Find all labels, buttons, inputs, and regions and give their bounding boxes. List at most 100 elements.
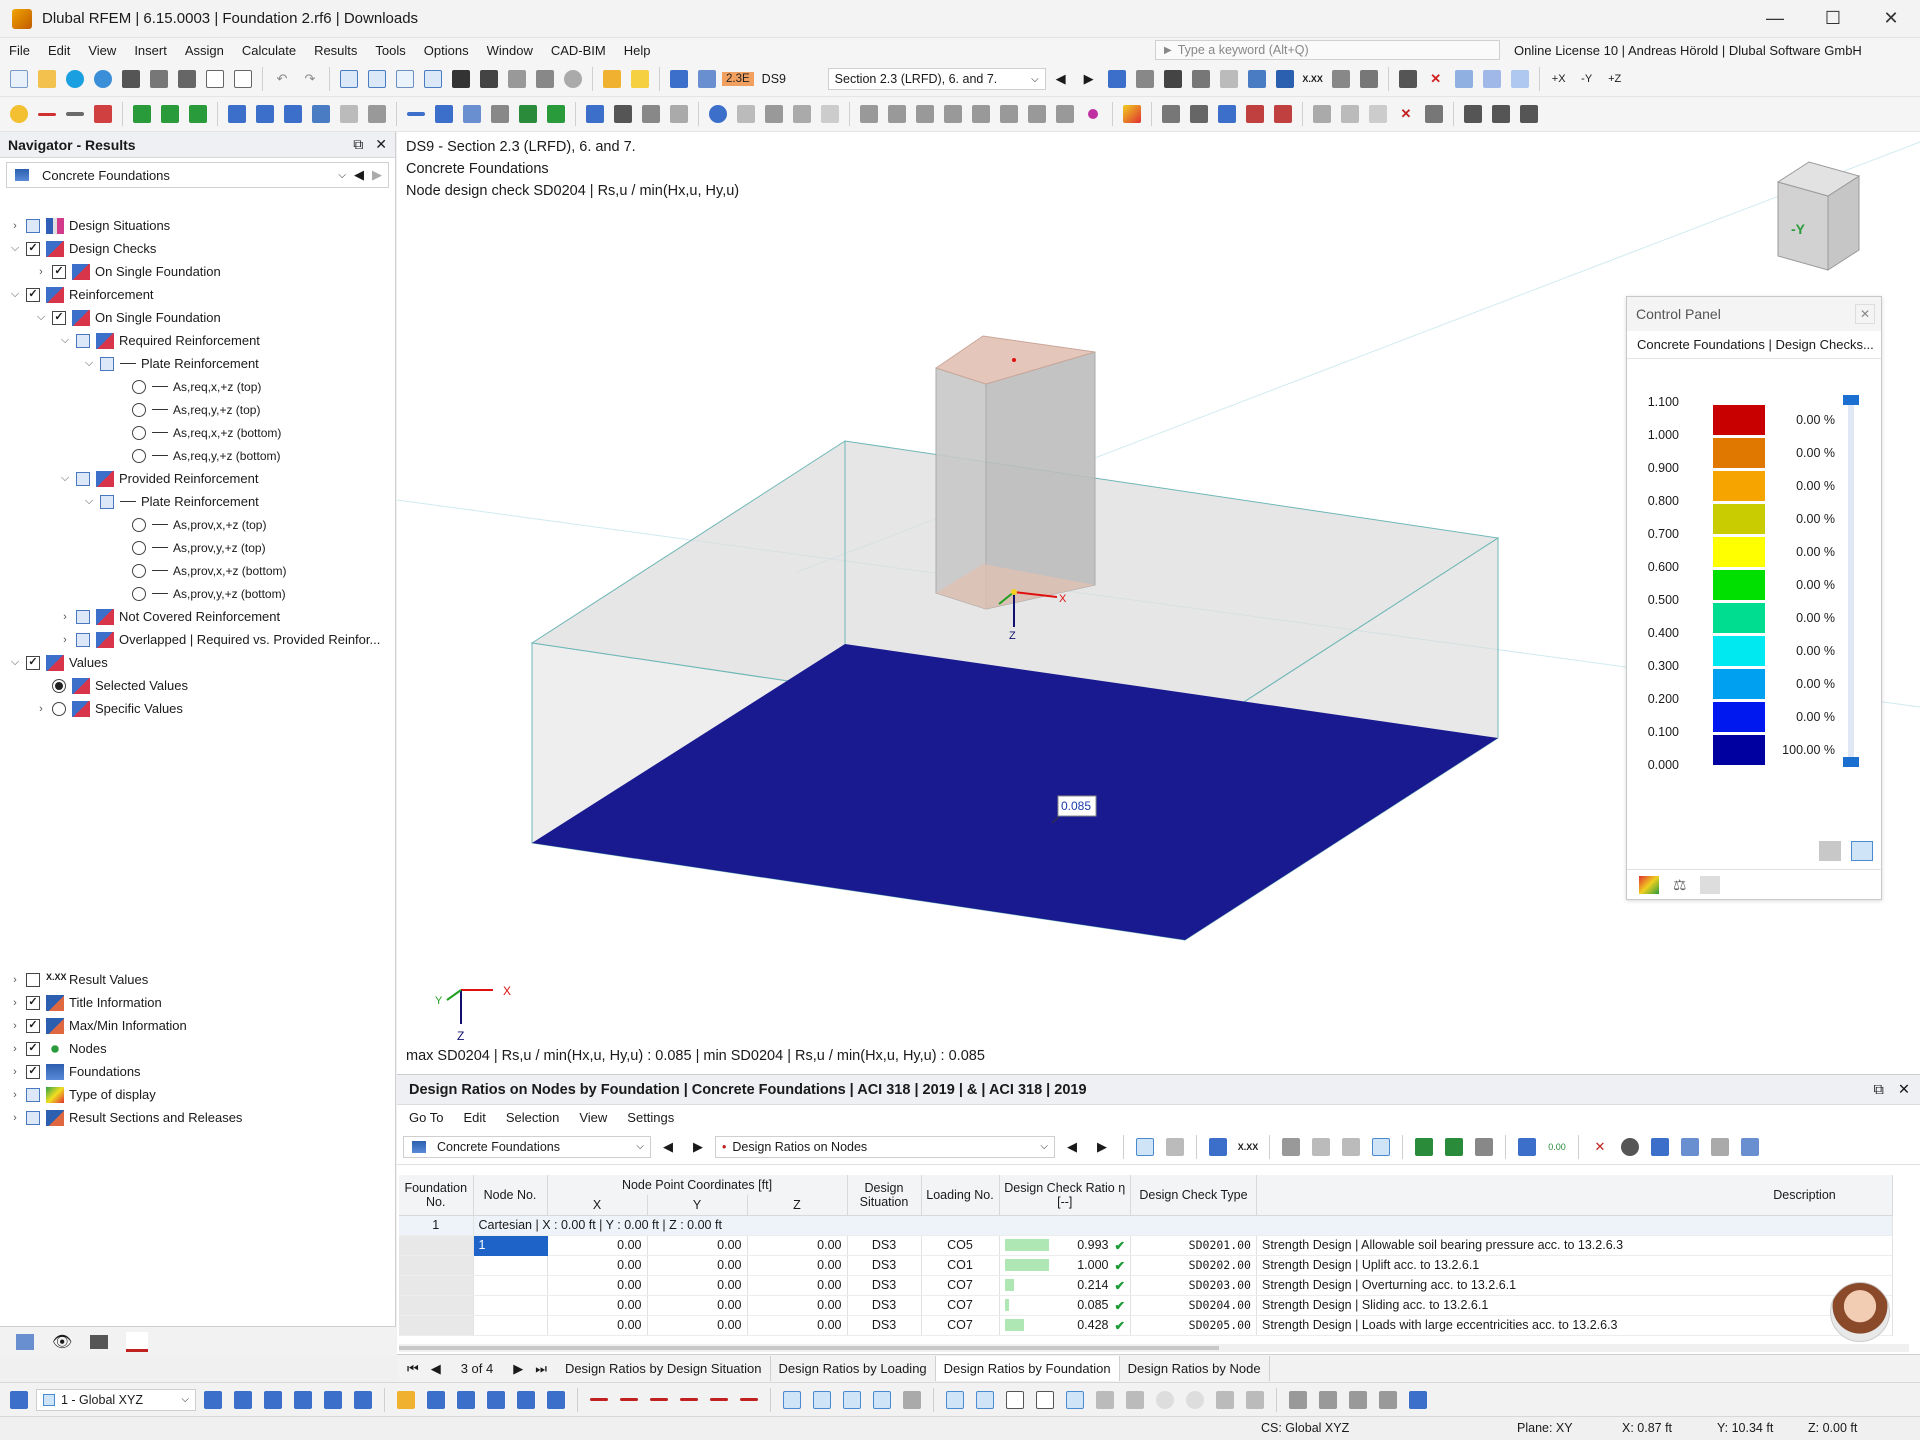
x-cell[interactable]: 0.00 xyxy=(547,1315,648,1336)
tree-item[interactable]: › Overlapped | Required vs. Provided Rein… xyxy=(0,628,396,651)
mirror-icon[interactable] xyxy=(1337,101,1363,127)
first-page-icon[interactable]: ⏮ xyxy=(407,1361,419,1377)
grid7-icon[interactable] xyxy=(1345,1387,1371,1413)
tree-item[interactable]: As,req,x,+z (top) xyxy=(0,375,396,398)
loading-cell[interactable]: CO7 xyxy=(921,1275,1000,1296)
print-table-icon[interactable] xyxy=(1471,1134,1497,1160)
clip-icon[interactable] xyxy=(515,101,541,127)
square-x-icon[interactable] xyxy=(1032,1387,1058,1413)
x-cell[interactable]: 0.00 xyxy=(547,1235,648,1256)
type-cell[interactable]: SD0202.00 xyxy=(1130,1255,1257,1276)
navigator-toggle-icon[interactable] xyxy=(336,66,362,92)
export-icon[interactable] xyxy=(1328,66,1354,92)
export-table-icon[interactable] xyxy=(1441,1134,1467,1160)
ortho-icon[interactable] xyxy=(899,1387,925,1413)
tree-item[interactable]: As,prov,x,+z (top) xyxy=(0,513,396,536)
cube2-icon[interactable] xyxy=(1479,66,1505,92)
cloud-icon[interactable] xyxy=(62,66,88,92)
prev-icon[interactable]: ◀ xyxy=(354,167,364,183)
ratio-cell[interactable]: 0.085 ✔ xyxy=(999,1295,1131,1316)
menu-edit[interactable]: Edit xyxy=(39,43,79,58)
table-scrollbar[interactable] xyxy=(399,1344,1909,1352)
sketch-icon[interactable] xyxy=(599,66,625,92)
design-situation-combo[interactable]: Section 2.3 (LRFD), 6. and 7. ⌵ xyxy=(827,68,1046,90)
snap-point-icon[interactable] xyxy=(423,1387,449,1413)
ratio-cell[interactable]: 0.993 ✔ xyxy=(999,1235,1131,1256)
slider-handle-bottom[interactable] xyxy=(1843,757,1859,767)
table-layout-icon[interactable] xyxy=(1278,1134,1304,1160)
view-y-icon[interactable]: -Y xyxy=(1574,66,1600,92)
tree-item[interactable]: ⌵Values xyxy=(0,651,396,674)
menu-view[interactable]: View xyxy=(79,43,125,58)
draw-arc-icon[interactable] xyxy=(646,1387,672,1413)
tab-by-loading[interactable]: Design Ratios by Loading xyxy=(771,1356,936,1381)
workplane6-icon[interactable] xyxy=(350,1387,376,1413)
edit-scale-icon[interactable] xyxy=(1851,841,1873,861)
node-cell[interactable] xyxy=(473,1295,548,1316)
tree-item[interactable]: ⌵ Provided Reinforcement xyxy=(0,467,396,490)
excel-icon[interactable] xyxy=(1411,1134,1437,1160)
delete-icon[interactable]: ✕ xyxy=(1423,66,1449,92)
module-combo[interactable]: Concrete Foundations ⌵ xyxy=(403,1135,651,1158)
tab-by-foundation[interactable]: Design Ratios by Foundation xyxy=(935,1356,1120,1381)
close-icon[interactable]: ✕ xyxy=(375,136,387,153)
filter-tab-icon[interactable] xyxy=(1700,875,1721,894)
pin-icon[interactable] xyxy=(1080,101,1106,127)
measure-icon[interactable] xyxy=(627,66,653,92)
z-cell[interactable]: 0.00 xyxy=(747,1275,848,1296)
menu-window[interactable]: Window xyxy=(478,43,542,58)
last-page-icon[interactable]: ⏭ xyxy=(535,1361,547,1377)
tree-item[interactable]: ⌵On Single Foundation xyxy=(0,306,396,329)
menu-help[interactable]: Help xyxy=(615,43,660,58)
results-tab-icon[interactable] xyxy=(126,1331,149,1352)
tree-item[interactable]: › Result Sections and Releases xyxy=(0,1106,396,1129)
check-icon[interactable] xyxy=(1214,101,1240,127)
export-scale-icon[interactable] xyxy=(1819,841,1841,861)
table-menu-goto[interactable]: Go To xyxy=(409,1110,443,1125)
situation-cell[interactable]: DS3 xyxy=(847,1295,922,1316)
table-type-combo[interactable]: • Design Ratios on Nodes ⌵ xyxy=(715,1135,1055,1158)
support-surface-icon[interactable] xyxy=(185,101,211,127)
dimension2-icon[interactable] xyxy=(403,101,429,127)
workplane4-icon[interactable] xyxy=(290,1387,316,1413)
tree-item[interactable]: ›Nodes xyxy=(0,1037,396,1060)
console-icon[interactable] xyxy=(448,66,474,92)
search-input[interactable]: ▶ Type a keyword (Alt+Q) xyxy=(1155,40,1500,60)
filter-icon[interactable] xyxy=(1104,66,1130,92)
sync-icon[interactable] xyxy=(1162,1134,1188,1160)
table-layout2-icon[interactable] xyxy=(1308,1134,1334,1160)
next-page-icon[interactable]: ▶ xyxy=(513,1361,523,1377)
load-surface-icon[interactable] xyxy=(280,101,306,127)
design-situation-name[interactable]: DS9 xyxy=(756,72,826,86)
table-menu-settings[interactable]: Settings xyxy=(627,1110,674,1125)
menu-options[interactable]: Options xyxy=(415,43,478,58)
tree-item[interactable]: › Specific Values xyxy=(0,697,396,720)
color-scale-tab-icon[interactable] xyxy=(1639,875,1659,894)
pin-icon[interactable]: ⧉ xyxy=(1873,1082,1883,1098)
tree-item[interactable]: ⌵ Plate Reinforcement xyxy=(0,490,396,513)
arrow-icon[interactable] xyxy=(789,101,815,127)
next-icon[interactable]: ▶ xyxy=(685,1134,711,1160)
report-icon[interactable] xyxy=(202,66,228,92)
menu-file[interactable]: File xyxy=(0,43,39,58)
situation-cell[interactable]: DS3 xyxy=(847,1275,922,1296)
undo-icon[interactable]: ↶ xyxy=(269,66,295,92)
situation-cell[interactable]: DS3 xyxy=(847,1235,922,1256)
tree-item[interactable]: › Not Covered Reinforcement xyxy=(0,605,396,628)
tree-item[interactable]: As,prov,x,+z (bottom) xyxy=(0,559,396,582)
tree-item[interactable]: ⌵ Plate Reinforcement xyxy=(0,352,396,375)
curve-icon[interactable] xyxy=(705,101,731,127)
support-node-icon[interactable] xyxy=(129,101,155,127)
ratio-cell[interactable]: 1.000 ✔ xyxy=(999,1255,1131,1276)
surface-icon[interactable] xyxy=(90,101,116,127)
grid5-icon[interactable] xyxy=(1285,1387,1311,1413)
bars-icon[interactable] xyxy=(1368,1134,1394,1160)
surf2-icon[interactable] xyxy=(733,101,759,127)
pin-icon[interactable]: ⧉ xyxy=(353,136,363,153)
check3-icon[interactable] xyxy=(1270,101,1296,127)
views-tab-icon[interactable] xyxy=(90,1334,109,1349)
snap-icon[interactable] xyxy=(543,101,569,127)
stack-icon[interactable] xyxy=(1460,101,1486,127)
draw-line-icon[interactable] xyxy=(586,1387,612,1413)
tree-item[interactable]: ›Max/Min Information xyxy=(0,1014,396,1037)
